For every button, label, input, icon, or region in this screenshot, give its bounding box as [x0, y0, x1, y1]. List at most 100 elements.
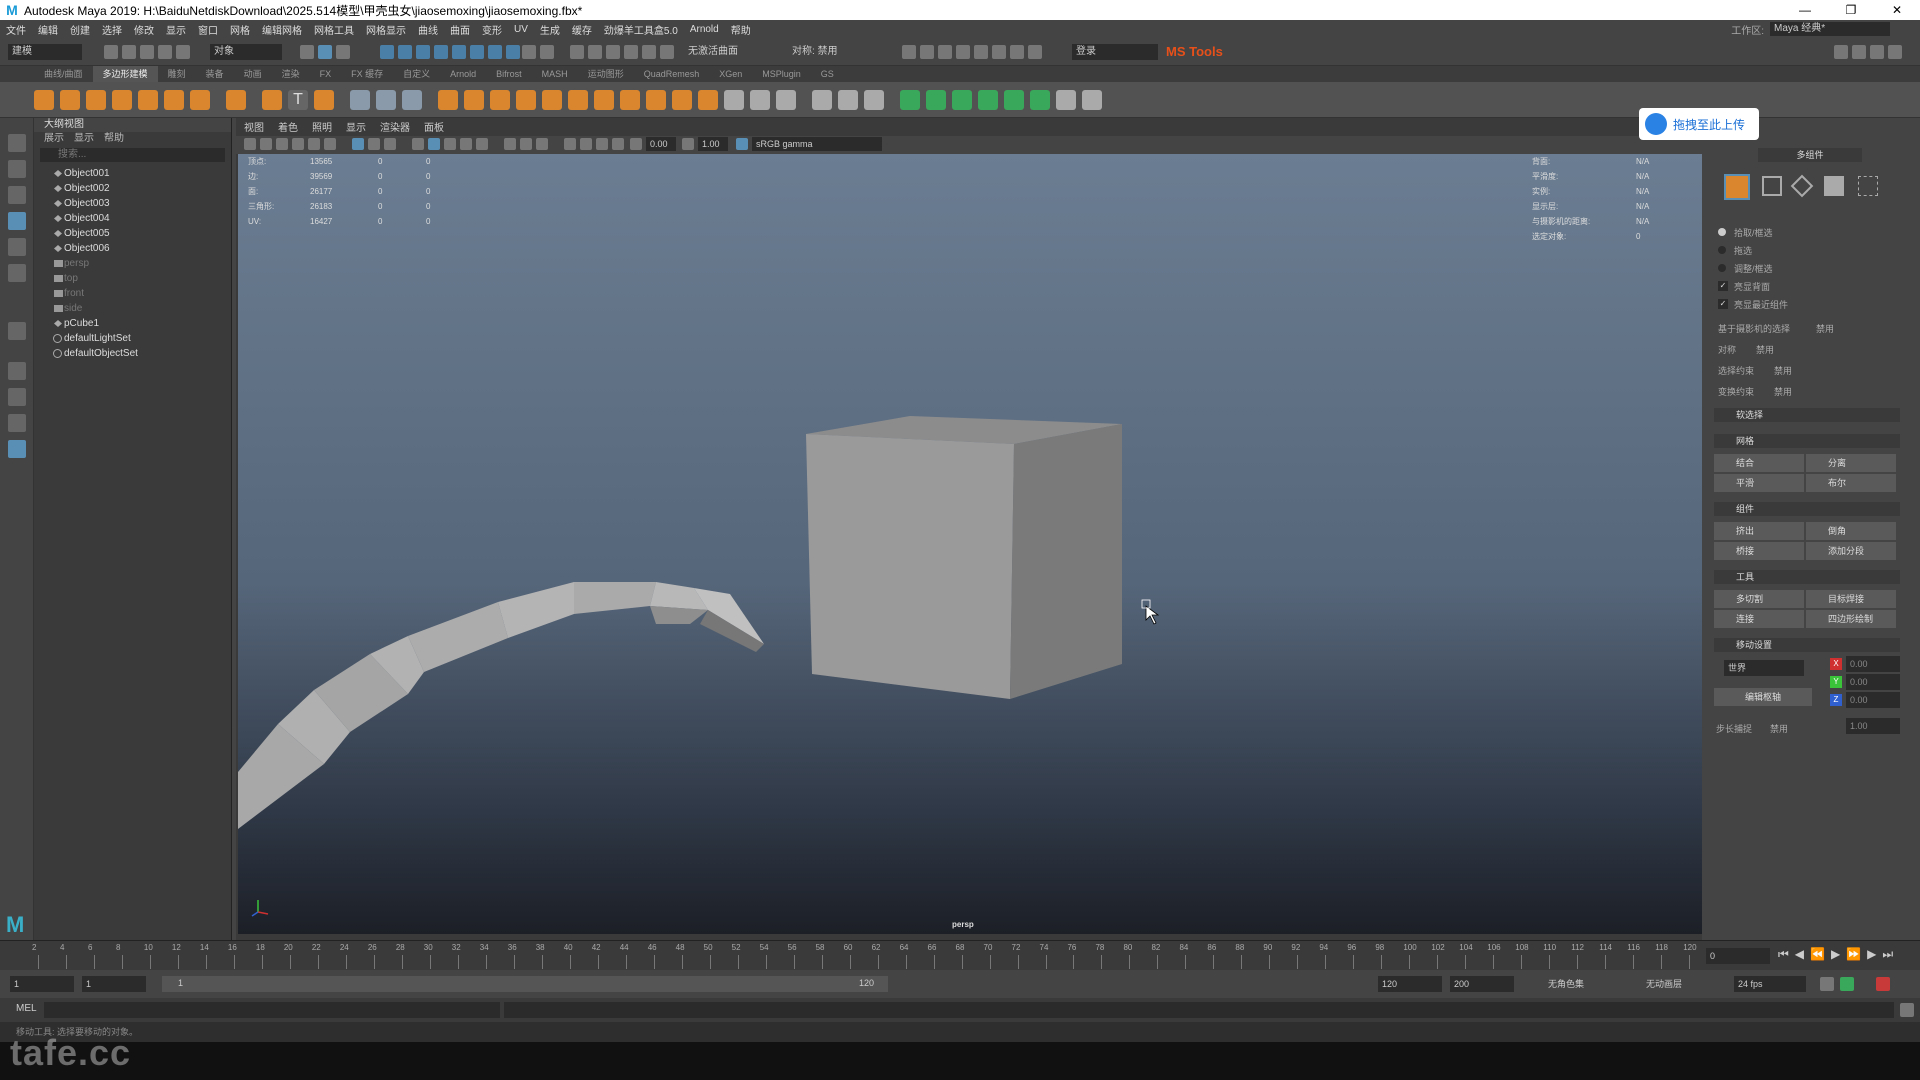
- resolution-gate-icon[interactable]: [384, 138, 396, 150]
- symmetry-dropdown[interactable]: 禁用: [1756, 343, 1774, 356]
- open-scene-icon[interactable]: [122, 45, 136, 59]
- bridge-button[interactable]: 桥接: [1714, 542, 1804, 560]
- poly-cylinder-icon[interactable]: [86, 90, 106, 110]
- undo-icon[interactable]: [158, 45, 172, 59]
- paint-select-icon[interactable]: [8, 186, 26, 204]
- outliner-item[interactable]: front: [34, 286, 231, 301]
- render-current-icon[interactable]: [920, 45, 934, 59]
- smooth-shade-icon[interactable]: [428, 138, 440, 150]
- svg-tool-icon[interactable]: [314, 90, 334, 110]
- make-live-icon[interactable]: [642, 45, 656, 59]
- character-set-dropdown[interactable]: 无角色集: [1544, 976, 1624, 992]
- ipr-render-icon[interactable]: [938, 45, 952, 59]
- outliner-search-input[interactable]: 搜索...: [40, 148, 225, 162]
- outliner-item[interactable]: defaultLightSet: [34, 331, 231, 346]
- outliner-item[interactable]: Object002: [34, 181, 231, 196]
- auto-key-icon[interactable]: [1840, 977, 1854, 991]
- construction-history-icon[interactable]: [606, 45, 620, 59]
- shelf-tab-custom[interactable]: 自定义: [393, 66, 440, 82]
- scene-end-field[interactable]: 200: [1450, 976, 1514, 992]
- shelf-tab-bifrost[interactable]: Bifrost: [486, 66, 532, 82]
- menu-mesh[interactable]: 网格: [230, 22, 250, 37]
- lights-icon[interactable]: [476, 138, 488, 150]
- lasso-tool-icon[interactable]: [8, 160, 26, 178]
- menu-select[interactable]: 选择: [102, 22, 122, 37]
- planar-map-icon[interactable]: [926, 90, 946, 110]
- add-divisions-button[interactable]: 添加分段: [1806, 542, 1896, 560]
- scene-start-field[interactable]: 1: [10, 976, 74, 992]
- four-view-icon[interactable]: [8, 388, 26, 406]
- loop-icon[interactable]: [1820, 977, 1834, 991]
- menu-curves[interactable]: 曲线: [418, 22, 438, 37]
- poly-disc-icon[interactable]: [190, 90, 210, 110]
- view-transform-dropdown[interactable]: sRGB gamma: [752, 137, 882, 151]
- playback-controls[interactable]: ⏮◀⏪▶⏩▶⏭: [1778, 947, 1899, 962]
- mirror-icon[interactable]: [350, 90, 370, 110]
- viewport-menu-renderer[interactable]: 渲染器: [380, 122, 410, 136]
- uv-editor-icon[interactable]: [900, 90, 920, 110]
- exposure-field[interactable]: 0.00: [646, 137, 676, 151]
- poly-sphere-icon[interactable]: [34, 90, 54, 110]
- reduce-icon[interactable]: [402, 90, 422, 110]
- shelf-tab-xgen[interactable]: XGen: [709, 66, 752, 82]
- separate-icon[interactable]: [464, 90, 484, 110]
- z-value-field[interactable]: 0.00: [1846, 692, 1900, 708]
- cylindrical-map-icon[interactable]: [952, 90, 972, 110]
- arnold-render-icon[interactable]: [992, 45, 1006, 59]
- menu-mesh-tools[interactable]: 网格工具: [314, 22, 354, 37]
- y-value-field[interactable]: 0.00: [1846, 674, 1900, 690]
- snap-surface-icon[interactable]: [452, 45, 466, 59]
- bridge-icon[interactable]: [568, 90, 588, 110]
- outliner-item[interactable]: Object005: [34, 226, 231, 241]
- checkbox-backface[interactable]: ✓: [1718, 281, 1728, 291]
- mel-label[interactable]: MEL: [16, 1003, 37, 1014]
- multicut-button[interactable]: 多切割: [1714, 590, 1804, 608]
- outliner-item[interactable]: Object001: [34, 166, 231, 181]
- menu-file[interactable]: 文件: [6, 22, 26, 37]
- isolate-select-icon[interactable]: [564, 138, 576, 150]
- playback-start-field[interactable]: 1: [82, 976, 146, 992]
- shelf-tab-quadremesh[interactable]: QuadRemesh: [634, 66, 710, 82]
- shelf-tab-arnold[interactable]: Arnold: [440, 66, 486, 82]
- hypershade-icon[interactable]: [974, 45, 988, 59]
- combine-button[interactable]: 结合: [1714, 454, 1804, 472]
- connect-button[interactable]: 连接: [1714, 610, 1804, 628]
- range-slider[interactable]: 1 120: [162, 976, 888, 992]
- attribute-editor-toggle-icon[interactable]: [1852, 45, 1866, 59]
- ambient-occlusion-icon[interactable]: [520, 138, 532, 150]
- tools-section[interactable]: 工具: [1714, 570, 1900, 584]
- menu-modify[interactable]: 修改: [134, 22, 154, 37]
- 3d-viewport[interactable]: [238, 154, 1702, 934]
- side-tabs-strip[interactable]: [1904, 118, 1920, 940]
- outliner-menu-show[interactable]: 显示: [74, 132, 94, 146]
- color-management-icon[interactable]: [736, 138, 748, 150]
- camera-select-icon[interactable]: [244, 138, 256, 150]
- bevel-button[interactable]: 倒角: [1806, 522, 1896, 540]
- menu-plugin-toolbox[interactable]: 劲爆羊工具盒5.0: [604, 22, 678, 37]
- select-constraint-dropdown[interactable]: 禁用: [1774, 364, 1792, 377]
- super-shape-icon[interactable]: [262, 90, 282, 110]
- menu-help[interactable]: 帮助: [731, 22, 751, 37]
- unfold-icon[interactable]: [1030, 90, 1050, 110]
- outliner-menu-help[interactable]: 帮助: [104, 132, 124, 146]
- smooth-tool-icon[interactable]: [376, 90, 396, 110]
- transform-constraint-dropdown[interactable]: 禁用: [1774, 385, 1792, 398]
- film-gate-icon[interactable]: [368, 138, 380, 150]
- menu-cache[interactable]: 缓存: [572, 22, 592, 37]
- shadows-icon[interactable]: [504, 138, 516, 150]
- menu-edit-mesh[interactable]: 编辑网格: [262, 22, 302, 37]
- magnet-icon[interactable]: [624, 45, 638, 59]
- menu-mesh-display[interactable]: 网格显示: [366, 22, 406, 37]
- auto-map-icon[interactable]: [1004, 90, 1024, 110]
- append-poly-icon[interactable]: [620, 90, 640, 110]
- lock-icon[interactable]: [522, 45, 536, 59]
- radio-tweak[interactable]: [1718, 264, 1726, 272]
- vertex-mode-icon[interactable]: [1762, 176, 1782, 196]
- side-by-side-icon[interactable]: [8, 414, 26, 432]
- symmetry-label[interactable]: 对称: 禁用: [788, 44, 862, 60]
- snap-edge-icon[interactable]: [488, 45, 502, 59]
- minimize-button[interactable]: —: [1782, 0, 1828, 20]
- uv-mode-icon[interactable]: [1858, 176, 1878, 196]
- connect-icon[interactable]: [838, 90, 858, 110]
- close-button[interactable]: ✕: [1874, 0, 1920, 20]
